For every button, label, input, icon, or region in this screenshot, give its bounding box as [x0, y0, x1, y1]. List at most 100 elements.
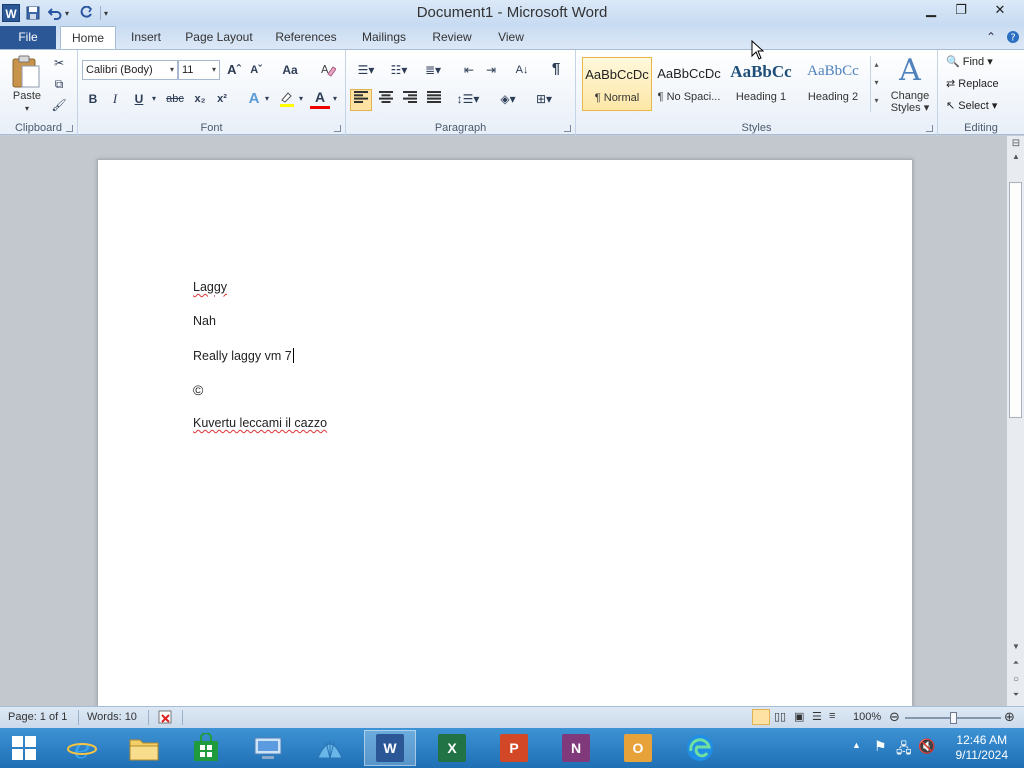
font-color-button[interactable]: A: [310, 88, 330, 109]
full-screen-reading-icon[interactable]: ▯▯: [774, 710, 786, 723]
highlight-dropdown-icon[interactable]: ▾: [297, 90, 305, 108]
document-paragraph[interactable]: Kuvertu leccami il cazzo: [193, 416, 327, 430]
taskbar-excel[interactable]: X: [426, 730, 478, 766]
taskbar-remote-desktop[interactable]: [242, 730, 294, 766]
network-icon[interactable]: 🖧: [896, 738, 912, 762]
underline-button[interactable]: U: [130, 90, 148, 108]
volume-muted-icon[interactable]: 🔇: [918, 738, 935, 755]
taskbar-file-explorer[interactable]: [118, 730, 170, 766]
previous-page-icon[interactable]: ⏶: [1007, 658, 1024, 668]
align-left-icon[interactable]: [350, 89, 372, 111]
tab-mailings[interactable]: Mailings: [354, 26, 414, 49]
taskbar-shell[interactable]: [304, 730, 356, 766]
text-effects-dropdown-icon[interactable]: ▾: [263, 90, 271, 108]
print-layout-icon[interactable]: [752, 709, 770, 725]
shrink-font-button[interactable]: Aˇ: [246, 61, 266, 79]
show-hidden-icons-icon[interactable]: ▲: [852, 740, 861, 750]
text-effects-button[interactable]: A: [244, 90, 264, 108]
change-styles-icon[interactable]: A: [888, 53, 932, 88]
scroll-down-icon[interactable]: ▼: [1007, 642, 1024, 651]
superscript-button[interactable]: x²: [212, 90, 232, 108]
decrease-indent-icon[interactable]: ⇤: [460, 61, 478, 79]
taskbar-word[interactable]: W: [364, 730, 416, 766]
tab-home[interactable]: Home: [60, 26, 116, 49]
ruler-toggle-icon[interactable]: ⊟: [1007, 138, 1024, 149]
tab-view[interactable]: View: [490, 26, 532, 49]
change-styles-button[interactable]: Change Styles ▾: [886, 90, 934, 114]
font-size-combobox[interactable]: 11 ▾: [178, 60, 220, 80]
font-launcher-icon[interactable]: [334, 125, 341, 132]
taskbar-onenote[interactable]: N: [550, 730, 602, 766]
tab-references[interactable]: References: [270, 26, 342, 49]
document-page[interactable]: Laggy Nah Really laggy vm 7 © Kuvertu le…: [97, 159, 913, 706]
outline-icon[interactable]: ☰: [812, 710, 822, 723]
multilevel-list-icon[interactable]: ≣▾: [420, 61, 446, 79]
document-paragraph[interactable]: ©: [193, 382, 203, 398]
paste-button[interactable]: Paste ▾: [10, 90, 44, 114]
draft-icon[interactable]: ≡: [829, 710, 835, 722]
proofing-errors-icon[interactable]: [157, 709, 175, 728]
document-paragraph[interactable]: Nah: [193, 314, 216, 328]
tab-file[interactable]: File: [0, 26, 56, 49]
help-icon[interactable]: ?: [1006, 30, 1020, 47]
copy-icon[interactable]: ⧉: [50, 75, 68, 93]
scroll-up-icon[interactable]: ▲: [1007, 152, 1024, 161]
document-area[interactable]: Laggy Nah Really laggy vm 7 © Kuvertu le…: [0, 136, 1006, 706]
zoom-in-icon[interactable]: ⊕: [1004, 709, 1015, 725]
style-heading-2[interactable]: AaBbCc Heading 2: [798, 57, 868, 111]
page-count[interactable]: Page: 1 of 1: [8, 711, 67, 723]
action-center-flag-icon[interactable]: ⚑: [874, 738, 887, 755]
zoom-level[interactable]: 100%: [853, 711, 881, 723]
highlight-icon[interactable]: [276, 90, 298, 113]
style-heading-1[interactable]: AaBbCc Heading 1: [726, 57, 796, 111]
styles-launcher-icon[interactable]: [926, 125, 933, 132]
restore-icon[interactable]: ❐: [946, 0, 976, 20]
taskbar-edge[interactable]: [674, 730, 726, 766]
align-right-icon[interactable]: [400, 90, 420, 108]
style-normal[interactable]: AaBbCcDc ¶ Normal: [582, 57, 652, 111]
taskbar-internet-explorer[interactable]: e: [56, 730, 108, 766]
browse-object-icon[interactable]: ○: [1007, 674, 1024, 685]
document-paragraph[interactable]: Really laggy vm 7: [193, 349, 292, 363]
taskbar-powerpoint[interactable]: P: [488, 730, 540, 766]
clear-formatting-icon[interactable]: A: [318, 61, 338, 82]
styles-gallery-scroll[interactable]: ▴ ▾ ▾: [870, 56, 882, 112]
word-count[interactable]: Words: 10: [87, 711, 137, 723]
select-button[interactable]: ↖ Select ▾: [946, 99, 997, 112]
borders-icon[interactable]: ⊞▾: [530, 90, 558, 108]
clipboard-launcher-icon[interactable]: [66, 125, 73, 132]
font-name-combobox[interactable]: Calibri (Body) ▾: [82, 60, 178, 80]
minimize-icon[interactable]: ▁: [916, 0, 946, 20]
underline-dropdown-icon[interactable]: ▾: [149, 90, 159, 108]
tab-review[interactable]: Review: [426, 26, 478, 49]
paste-icon[interactable]: [8, 54, 44, 94]
sort-icon[interactable]: A↓: [512, 61, 532, 79]
find-button[interactable]: 🔍 Find ▾: [946, 55, 993, 68]
numbering-icon[interactable]: ☷▾: [386, 61, 412, 79]
tab-page-layout[interactable]: Page Layout: [180, 26, 258, 49]
line-spacing-icon[interactable]: ↕☰▾: [454, 90, 482, 108]
scroll-thumb[interactable]: [1009, 182, 1022, 418]
taskbar-outlook[interactable]: O: [612, 730, 664, 766]
cut-icon[interactable]: ✂: [50, 54, 68, 72]
format-painter-icon[interactable]: 🖌: [50, 96, 68, 114]
taskbar-store[interactable]: [180, 730, 232, 766]
close-icon[interactable]: ✕: [976, 0, 1024, 20]
italic-button[interactable]: I: [106, 90, 124, 108]
start-button[interactable]: [0, 730, 48, 766]
paragraph-launcher-icon[interactable]: [564, 125, 571, 132]
web-layout-icon[interactable]: ▣: [794, 710, 804, 723]
document-paragraph[interactable]: Laggy: [193, 280, 227, 294]
grow-font-button[interactable]: Aˆ: [224, 61, 244, 79]
show-hide-button[interactable]: ¶: [546, 60, 566, 78]
zoom-out-icon[interactable]: ⊖: [889, 709, 900, 725]
bold-button[interactable]: B: [84, 90, 102, 108]
shading-icon[interactable]: ◈▾: [494, 90, 522, 108]
align-center-icon[interactable]: [376, 90, 396, 108]
zoom-slider-thumb[interactable]: [950, 712, 957, 724]
next-page-icon[interactable]: ⏷: [1007, 690, 1024, 700]
justify-icon[interactable]: [424, 90, 444, 108]
tab-insert[interactable]: Insert: [124, 26, 168, 49]
clock[interactable]: 12:46 AM 9/11/2024: [956, 733, 1009, 763]
style-no-spacing[interactable]: AaBbCcDc ¶ No Spaci...: [654, 57, 724, 111]
